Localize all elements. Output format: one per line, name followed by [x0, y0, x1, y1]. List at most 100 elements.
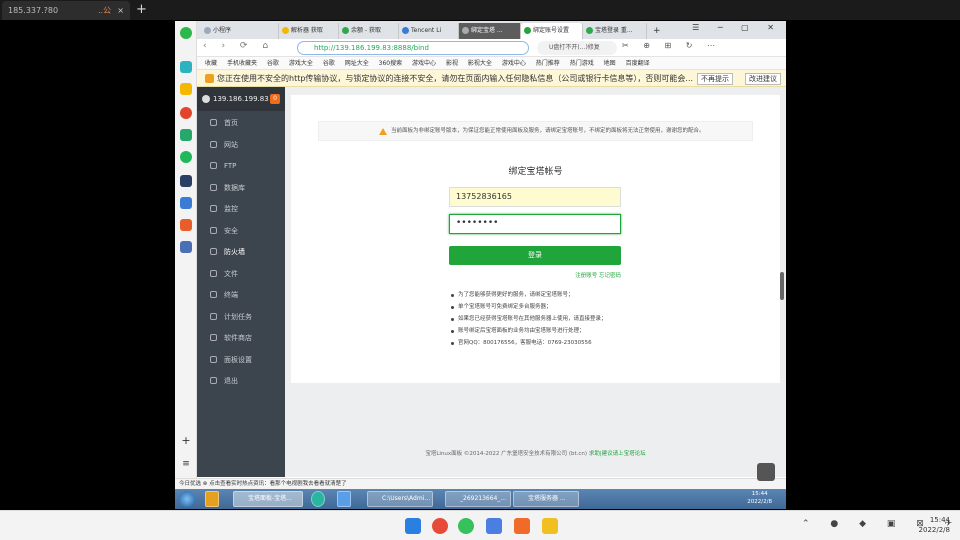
- server-ip: 139.186.199.83: [213, 95, 269, 103]
- browser-status-bar: 今日优选 ⊗ 点击查看实时热点资讯：看那个电视剧我去看看就清楚了: [175, 478, 786, 489]
- bookmark-item[interactable]: 热门游戏: [570, 60, 594, 67]
- mail-icon[interactable]: [180, 129, 192, 141]
- notification-badge[interactable]: 0: [270, 94, 280, 104]
- browser-tab[interactable]: 余额 - 获取: [339, 23, 399, 39]
- home-icon: [210, 119, 217, 126]
- remote-desktop-window: + ≡ 小程序 解析器 获取 余额 - 获取 Tencent Li 绑定宝塔 .…: [175, 21, 786, 509]
- browser-tab-active[interactable]: 绑定账号设置: [521, 23, 583, 39]
- bookmark-item[interactable]: 影视大全: [468, 60, 492, 67]
- menu-icon[interactable]: ≡: [180, 459, 192, 471]
- bookmark-item[interactable]: 谷歌: [323, 60, 335, 67]
- browser-tab[interactable]: 绑定宝塔 ...: [459, 23, 521, 39]
- url-input[interactable]: http://139.186.199.83:8888/bind: [297, 41, 529, 55]
- bookmark-item[interactable]: 游戏中心: [412, 60, 436, 67]
- favorite-icon[interactable]: [180, 83, 192, 95]
- sidebar-item-store[interactable]: 软件商店: [197, 328, 285, 348]
- weibo-icon[interactable]: [180, 107, 192, 119]
- remote-desktop-icon[interactable]: [542, 518, 558, 534]
- app-icon[interactable]: [180, 241, 192, 253]
- browser-side-toolbar: + ≡: [175, 21, 197, 509]
- insecure-warning-text: 您正在使用不安全的http传输协议，与锁定协议的连接不安全，请勿在页面内输入任何…: [217, 74, 694, 83]
- list-item: 单个宝塔账号可免费绑定多台服务器；: [451, 301, 607, 313]
- browser-tab[interactable]: 解析器 获取: [279, 23, 339, 39]
- bookmark-item[interactable]: 360搜索: [379, 60, 402, 67]
- browser-tab[interactable]: 小程序: [201, 23, 279, 39]
- login-button[interactable]: 登录: [449, 246, 621, 265]
- app-icon[interactable]: [180, 175, 192, 187]
- browser-tab-bar: 小程序 解析器 获取 余额 - 获取 Tencent Li 绑定宝塔 ... 绑…: [197, 21, 786, 39]
- app-icon[interactable]: [180, 197, 192, 209]
- app-icon[interactable]: [205, 491, 219, 507]
- app-icon[interactable]: [311, 491, 325, 507]
- bookmark-item[interactable]: 手机收藏夹: [227, 60, 257, 67]
- forum-link[interactable]: 求助|建议请上宝塔论坛: [589, 451, 646, 457]
- warning-icon: [379, 128, 387, 135]
- app-icon[interactable]: [337, 491, 351, 507]
- browser-toolbar-icons[interactable]: ✂ ⊕ ⊞ ↻ ⋯: [622, 41, 721, 50]
- local-taskbar: ⌃ ● ◆ ▣ ⊠ ✈ 15:44 2022/2/8: [0, 510, 960, 540]
- bookmark-item[interactable]: 网址大全: [345, 60, 369, 67]
- bookmark-item[interactable]: 谷歌: [267, 60, 279, 67]
- new-tab-button[interactable]: +: [649, 23, 665, 39]
- browser-tab[interactable]: Tencent Li: [399, 23, 459, 39]
- bookmark-item[interactable]: 热门推荐: [536, 60, 560, 67]
- start-button[interactable]: [179, 491, 195, 507]
- floating-widget[interactable]: [757, 463, 775, 481]
- remote-task-item[interactable]: 宝塔面板-宝塔...: [233, 491, 303, 507]
- app-icon[interactable]: [180, 219, 192, 231]
- list-item: 如果您已经获得宝塔账号在其他服务器上使用，请直接登录；: [451, 313, 607, 325]
- wechat-icon[interactable]: [458, 518, 474, 534]
- remote-clock: 15:44 2022/2/8: [747, 491, 772, 505]
- browser-tab[interactable]: 宝塔登录 重...: [583, 23, 647, 39]
- sidebar-item-settings[interactable]: 面板设置: [197, 350, 285, 370]
- app-icon[interactable]: [514, 518, 530, 534]
- server-ip-header: 139.186.199.83 0: [197, 87, 285, 111]
- address-bar-row: ‹ › ⟳ ⌂ http://139.186.199.83:8888/bind …: [197, 39, 786, 57]
- app-icon[interactable]: [180, 61, 192, 73]
- sidebar-item-home[interactable]: 首页: [197, 113, 285, 133]
- register-forgot-links[interactable]: 注册账号 忘记密码: [561, 271, 621, 279]
- sidebar-item-security[interactable]: 安全: [197, 221, 285, 241]
- phone-input[interactable]: 13752836165: [449, 187, 621, 207]
- cloud-icon[interactable]: [180, 151, 192, 163]
- bookmark-item[interactable]: 影视: [446, 60, 458, 67]
- bookmark-item[interactable]: 游戏大全: [289, 60, 313, 67]
- sidebar-item-terminal[interactable]: 终端: [197, 285, 285, 305]
- app-icon[interactable]: [486, 518, 502, 534]
- dismiss-warning-button[interactable]: 不再提示: [697, 73, 733, 85]
- bookmark-item[interactable]: 地图: [604, 60, 616, 67]
- window-controls[interactable]: ☰ ─ ▢ ✕: [692, 23, 782, 32]
- windows-start-icon[interactable]: [405, 518, 421, 534]
- feedback-button[interactable]: 改进建议: [745, 73, 781, 85]
- remote-tab-strip: 185.337.?80 ..公 × +: [0, 0, 960, 20]
- navigation-buttons[interactable]: ‹ › ⟳ ⌂: [203, 41, 274, 51]
- scrollbar[interactable]: [780, 272, 784, 300]
- panel-footer: 宝塔Linux面板 ©2014-2022 广东堡塔安全技术有限公司 (bt.cn…: [425, 451, 646, 457]
- add-icon[interactable]: +: [180, 435, 192, 447]
- sidebar-item-monitor[interactable]: 监控: [197, 199, 285, 219]
- insecure-connection-bar: 您正在使用不安全的http传输协议，与锁定协议的连接不安全，请勿在页面内输入任何…: [197, 70, 786, 87]
- sidebar-item-logout[interactable]: 退出: [197, 371, 285, 391]
- bind-notice: 当前面板为非绑定账号版本，为保证您能正常使用面板及服务，请绑定宝塔账号，不绑定的…: [318, 121, 753, 141]
- sidebar-item-website[interactable]: 网站: [197, 135, 285, 155]
- search-input[interactable]: U盘打不开(...)修复: [537, 41, 617, 55]
- new-tab-button[interactable]: +: [136, 0, 150, 20]
- globe-icon: [210, 141, 217, 148]
- bookmark-item[interactable]: 百度翻译: [626, 60, 650, 67]
- monitor-icon: [210, 205, 217, 212]
- sidebar-item-files[interactable]: 文件: [197, 264, 285, 284]
- bookmark-item[interactable]: 游戏中心: [502, 60, 526, 67]
- close-icon[interactable]: ×: [117, 1, 124, 20]
- sidebar-item-firewall[interactable]: 防火墙: [197, 242, 285, 262]
- bookmark-item[interactable]: 收藏: [205, 60, 217, 67]
- list-item: 账号绑定后宝塔面板的业务均由宝塔账号进行处理；: [451, 325, 607, 337]
- remote-session-tab[interactable]: 185.337.?80 ..公 ×: [2, 1, 130, 20]
- sidebar-item-ftp[interactable]: FTP: [197, 156, 285, 176]
- sidebar-item-cron[interactable]: 计划任务: [197, 307, 285, 327]
- password-input[interactable]: ••••••••: [449, 214, 621, 234]
- chrome-icon[interactable]: [432, 518, 448, 534]
- remote-task-item[interactable]: C:\Users\Admi...: [367, 491, 433, 507]
- remote-task-item[interactable]: _269213664_...: [445, 491, 511, 507]
- remote-task-item[interactable]: 宝塔服务器 ...: [513, 491, 579, 507]
- sidebar-item-database[interactable]: 数据库: [197, 178, 285, 198]
